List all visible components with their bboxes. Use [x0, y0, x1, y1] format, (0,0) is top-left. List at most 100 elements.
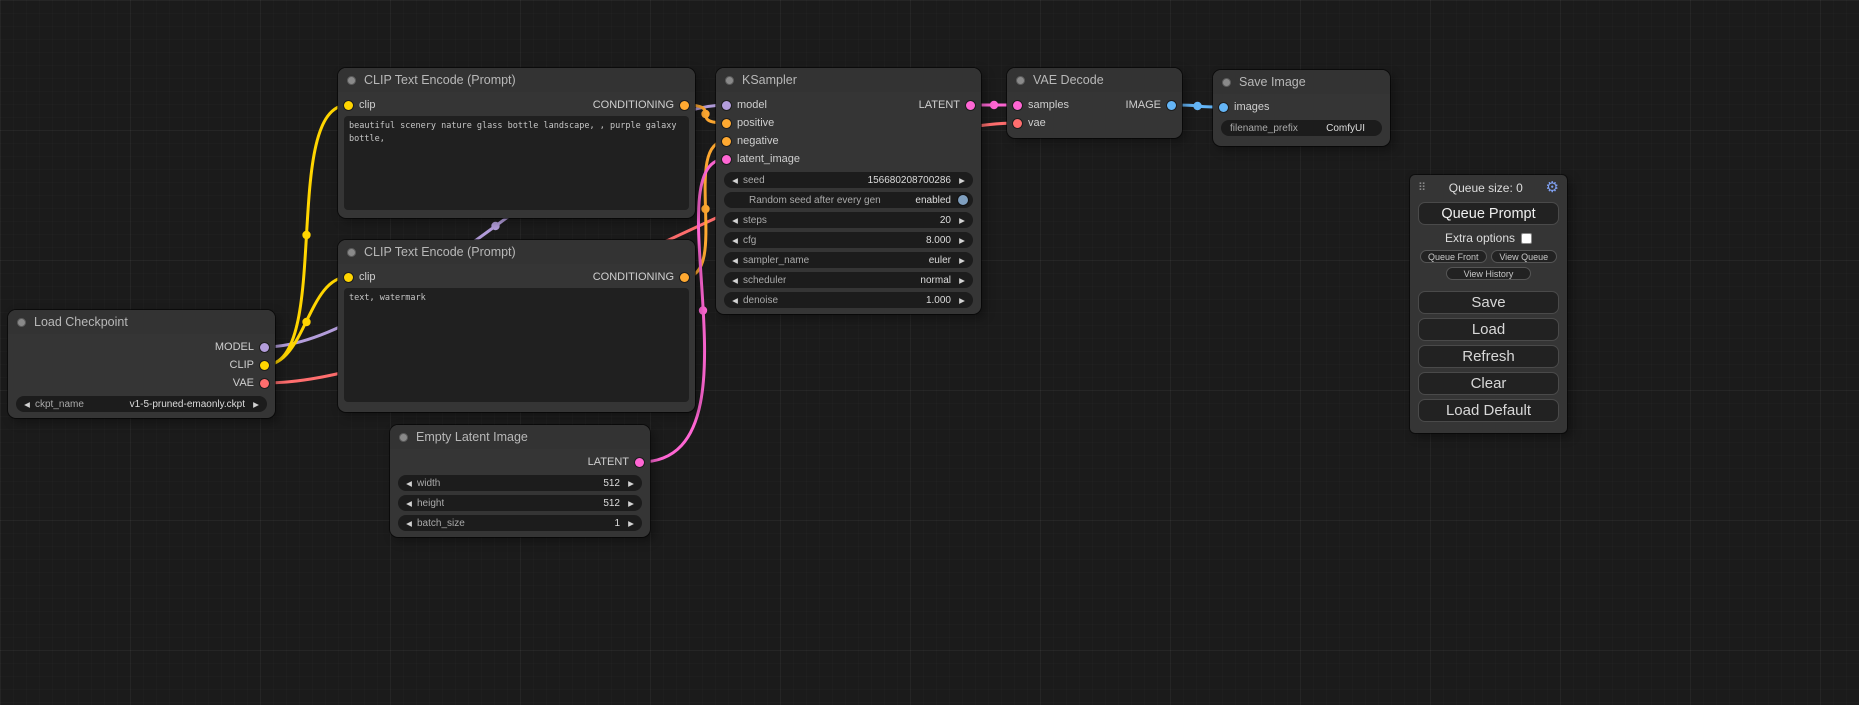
decrement-arrow-icon[interactable]: ◀ [21, 400, 33, 409]
conditioning-slot-dot[interactable] [722, 119, 731, 128]
latent-slot-dot[interactable] [635, 458, 644, 467]
widget-width[interactable]: ◀ width 512 ▶ [398, 475, 642, 491]
widget-filename-prefix[interactable]: filename_prefix ComfyUI [1221, 120, 1382, 136]
clip-slot-dot[interactable] [344, 101, 353, 110]
widget-scheduler[interactable]: ◀ scheduler normal ▶ [724, 272, 973, 288]
decrement-arrow-icon[interactable]: ◀ [729, 276, 741, 285]
widget-sampler-name[interactable]: ◀ sampler_name euler ▶ [724, 252, 973, 268]
increment-arrow-icon[interactable]: ▶ [956, 176, 968, 185]
input-slot-positive[interactable]: positive [722, 117, 774, 129]
load-button[interactable]: Load [1418, 318, 1559, 341]
widget-random-seed-toggle[interactable]: Random seed after every gen enabled [724, 192, 973, 208]
conditioning-slot-dot[interactable] [722, 137, 731, 146]
queue-prompt-button[interactable]: Queue Prompt [1418, 202, 1559, 225]
increment-arrow-icon[interactable]: ▶ [956, 216, 968, 225]
collapse-toggle-icon[interactable] [17, 318, 26, 327]
latent-slot-dot[interactable] [966, 101, 975, 110]
clear-button[interactable]: Clear [1418, 372, 1559, 395]
clip-slot-dot[interactable] [344, 273, 353, 282]
output-slot-conditioning[interactable]: CONDITIONING [593, 99, 689, 111]
node-load-checkpoint[interactable]: Load Checkpoint MODEL CLIP VAE [8, 310, 275, 418]
image-slot-dot[interactable] [1167, 101, 1176, 110]
refresh-button[interactable]: Refresh [1418, 345, 1559, 368]
load-default-button[interactable]: Load Default [1418, 399, 1559, 422]
widget-ckpt-name[interactable]: ◀ ckpt_name v1-5-pruned-emaonly.ckpt ▶ [16, 396, 267, 412]
input-slot-clip[interactable]: clip [344, 271, 376, 283]
conditioning-slot-dot[interactable] [680, 273, 689, 282]
decrement-arrow-icon[interactable]: ◀ [403, 479, 415, 488]
latent-slot-dot[interactable] [1013, 101, 1022, 110]
output-slot-conditioning[interactable]: CONDITIONING [593, 271, 689, 283]
increment-arrow-icon[interactable]: ▶ [956, 256, 968, 265]
increment-arrow-icon[interactable]: ▶ [956, 276, 968, 285]
output-slot-vae[interactable]: VAE [233, 377, 269, 389]
input-slot-images[interactable]: images [1219, 101, 1269, 113]
decrement-arrow-icon[interactable]: ◀ [729, 296, 741, 305]
prompt-textarea[interactable]: text, watermark [344, 288, 689, 402]
collapse-toggle-icon[interactable] [347, 248, 356, 257]
node-save-image[interactable]: Save Image images filename_prefix ComfyU… [1213, 70, 1390, 146]
widget-denoise[interactable]: ◀ denoise 1.000 ▶ [724, 292, 973, 308]
model-slot-dot[interactable] [722, 101, 731, 110]
widget-seed[interactable]: ◀ seed 156680208700286 ▶ [724, 172, 973, 188]
input-slot-model[interactable]: model [722, 99, 767, 111]
widget-steps[interactable]: ◀ steps 20 ▶ [724, 212, 973, 228]
vae-slot-dot[interactable] [1013, 119, 1022, 128]
node-clip-text-encode-negative[interactable]: CLIP Text Encode (Prompt) clip CONDITION… [338, 240, 695, 412]
node-empty-latent-image[interactable]: Empty Latent Image LATENT ◀ width 512 ▶ … [390, 425, 650, 537]
conditioning-slot-dot[interactable] [680, 101, 689, 110]
input-slot-latent-image[interactable]: latent_image [722, 153, 800, 165]
input-slot-clip[interactable]: clip [344, 99, 376, 111]
vae-slot-dot[interactable] [260, 379, 269, 388]
decrement-arrow-icon[interactable]: ◀ [729, 256, 741, 265]
increment-arrow-icon[interactable]: ▶ [956, 236, 968, 245]
model-slot-dot[interactable] [260, 343, 269, 352]
image-slot-dot[interactable] [1219, 103, 1228, 112]
toggle-dot-icon[interactable] [958, 195, 968, 205]
clip-slot-dot[interactable] [260, 361, 269, 370]
increment-arrow-icon[interactable]: ▶ [250, 400, 262, 409]
node-graph-canvas[interactable]: Load Checkpoint MODEL CLIP VAE [0, 0, 1859, 705]
decrement-arrow-icon[interactable]: ◀ [729, 176, 741, 185]
output-slot-clip[interactable]: CLIP [230, 359, 269, 371]
widget-batch-size[interactable]: ◀ batch_size 1 ▶ [398, 515, 642, 531]
increment-arrow-icon[interactable]: ▶ [956, 296, 968, 305]
decrement-arrow-icon[interactable]: ◀ [729, 236, 741, 245]
node-title-bar[interactable]: Empty Latent Image [390, 425, 650, 449]
input-slot-samples[interactable]: samples [1013, 99, 1069, 111]
collapse-toggle-icon[interactable] [347, 76, 356, 85]
decrement-arrow-icon[interactable]: ◀ [729, 216, 741, 225]
node-ksampler[interactable]: KSampler model LATENT positive [716, 68, 981, 314]
queue-menu-panel[interactable]: ⠿ Queue size: 0 ⚙ Queue Prompt Extra opt… [1410, 175, 1567, 433]
node-title-bar[interactable]: KSampler [716, 68, 981, 92]
increment-arrow-icon[interactable]: ▶ [625, 479, 637, 488]
menu-header[interactable]: ⠿ Queue size: 0 ⚙ [1410, 175, 1567, 198]
node-title-bar[interactable]: CLIP Text Encode (Prompt) [338, 240, 695, 264]
save-button[interactable]: Save [1418, 291, 1559, 314]
prompt-textarea[interactable]: beautiful scenery nature glass bottle la… [344, 116, 689, 210]
drag-handle-icon[interactable]: ⠿ [1418, 181, 1426, 194]
view-history-button[interactable]: View History [1446, 267, 1531, 280]
view-queue-button[interactable]: View Queue [1491, 250, 1558, 263]
output-slot-image[interactable]: IMAGE [1126, 99, 1176, 111]
collapse-toggle-icon[interactable] [1016, 76, 1025, 85]
input-slot-vae[interactable]: vae [1013, 117, 1046, 129]
collapse-toggle-icon[interactable] [399, 433, 408, 442]
widget-cfg[interactable]: ◀ cfg 8.000 ▶ [724, 232, 973, 248]
output-slot-model[interactable]: MODEL [215, 341, 269, 353]
node-title-bar[interactable]: VAE Decode [1007, 68, 1182, 92]
output-slot-latent[interactable]: LATENT [588, 456, 644, 468]
widget-height[interactable]: ◀ height 512 ▶ [398, 495, 642, 511]
input-slot-negative[interactable]: negative [722, 135, 779, 147]
output-slot-latent[interactable]: LATENT [919, 99, 975, 111]
decrement-arrow-icon[interactable]: ◀ [403, 519, 415, 528]
queue-front-button[interactable]: Queue Front [1420, 250, 1487, 263]
node-title-bar[interactable]: Save Image [1213, 70, 1390, 94]
extra-options-checkbox[interactable] [1521, 233, 1532, 244]
increment-arrow-icon[interactable]: ▶ [625, 519, 637, 528]
settings-gear-icon[interactable]: ⚙ [1546, 180, 1559, 195]
latent-slot-dot[interactable] [722, 155, 731, 164]
node-title-bar[interactable]: Load Checkpoint [8, 310, 275, 334]
node-clip-text-encode-positive[interactable]: CLIP Text Encode (Prompt) clip CONDITION… [338, 68, 695, 218]
collapse-toggle-icon[interactable] [725, 76, 734, 85]
